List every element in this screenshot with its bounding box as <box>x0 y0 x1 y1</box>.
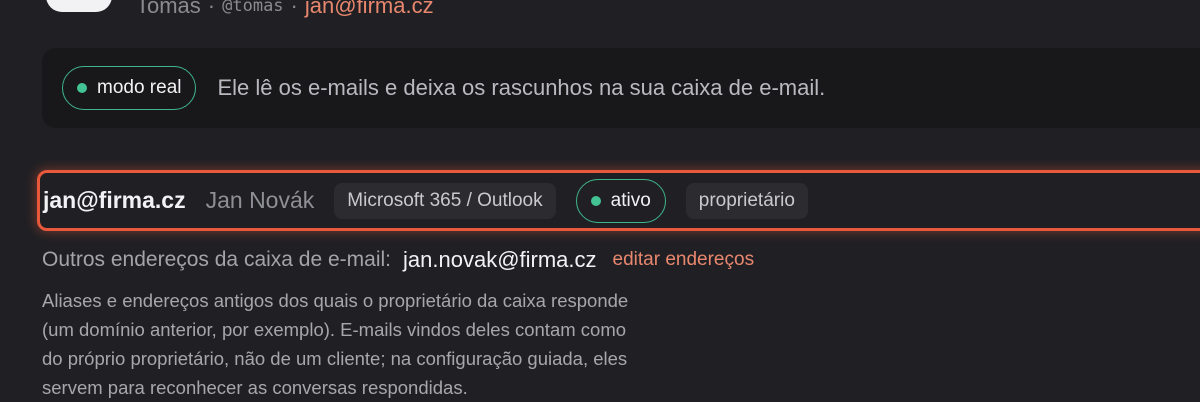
green-dot-icon <box>77 83 87 93</box>
mode-label: modo real <box>97 77 182 98</box>
status-label: ativo <box>610 189 651 211</box>
provider-badge: Microsoft 365 / Outlook <box>334 182 556 219</box>
help-line: (um domínio anterior, por exemplo). E-ma… <box>42 319 627 340</box>
aliases-help-text: Aliases e endereços antigos dos quais o … <box>42 286 802 402</box>
status-badge: ativo <box>575 178 666 223</box>
aliases-value: jan.novak@firma.cz <box>403 247 597 272</box>
profile-line: Tomas · @tomas · jan@firma.cz <box>136 0 434 22</box>
help-line: do próprio proprietário, não de um clien… <box>42 348 628 369</box>
help-line: servem para reconhecer as conversas resp… <box>42 377 468 398</box>
mode-badge: modo real <box>62 66 196 110</box>
profile-email-link[interactable]: jan@firma.cz <box>305 0 434 19</box>
aliases-label: Outros endereços da caixa de e-mail: <box>42 248 392 271</box>
avatar <box>46 0 112 12</box>
account-email: jan@firma.cz <box>43 187 186 213</box>
aliases-line: Outros endereços da caixa de e-mail: jan… <box>42 244 754 276</box>
profile-name: Tomas <box>136 0 201 18</box>
role-badge: proprietário <box>685 182 808 219</box>
edit-addresses-link[interactable]: editar endereços <box>613 249 755 271</box>
mode-banner: modo real Ele lê os e-mails e deixa os r… <box>42 48 1200 128</box>
profile-separator: · <box>207 0 216 18</box>
profile-separator: · <box>290 0 298 18</box>
mode-description: Ele lê os e-mails e deixa os rascunhos n… <box>217 75 826 100</box>
profile-handle: @tomas <box>222 0 284 16</box>
green-dot-icon <box>590 195 601 206</box>
account-name: Jan Novák <box>205 187 315 213</box>
help-line: Aliases e endereços antigos dos quais o … <box>42 290 629 311</box>
account-row[interactable]: jan@firma.cz Jan Novák Microsoft 365 / O… <box>37 170 1200 231</box>
